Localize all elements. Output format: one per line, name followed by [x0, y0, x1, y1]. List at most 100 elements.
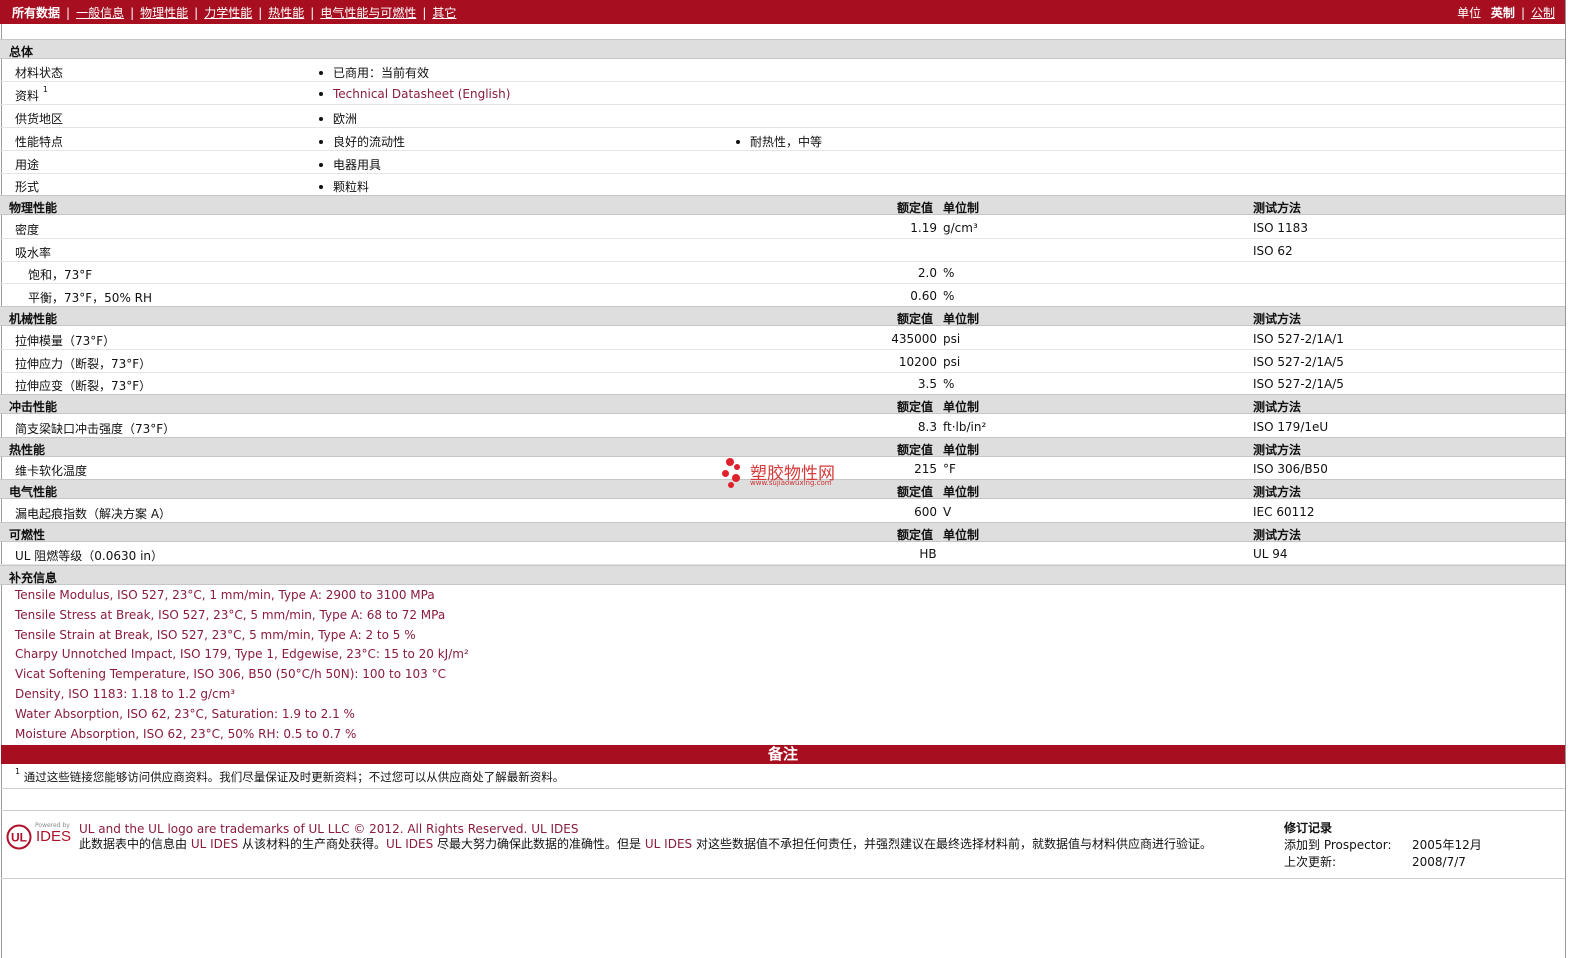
property-unit: psi: [943, 355, 961, 369]
property-unit: %: [943, 289, 955, 303]
section-title: 补充信息: [9, 571, 58, 585]
supplemental-item: Water Absorption, ISO 62, 23°C, Saturati…: [15, 706, 355, 721]
row-label: 资料 1: [15, 85, 48, 103]
revision-title: 修订记录: [1284, 821, 1333, 835]
bullet-icon: [319, 116, 323, 121]
property-label: 漏电起痕指数（解决方案 A）: [15, 507, 172, 521]
watermark-url: www.sujiaowuxing.com: [750, 479, 832, 487]
svg-text:UL: UL: [11, 831, 27, 845]
ul-ides-link[interactable]: UL IDES: [531, 822, 578, 836]
ul-ides-ref: UL IDES: [190, 837, 239, 851]
divider: [1, 878, 1565, 879]
col-header-nominal: 额定值: [897, 312, 934, 326]
property-label: 拉伸应变（断裂，73°F）: [15, 379, 152, 393]
general-row-documents: 资料 1 Technical Datasheet (English): [0, 82, 1565, 105]
property-row: 简支梁缺口冲击强度（73°F） 8.3 ft·lb/in² ISO 179/1e…: [0, 415, 1565, 438]
property-value: 0.60: [910, 289, 937, 303]
unit-label: 单位: [1457, 6, 1482, 20]
test-method: ISO 1183: [1253, 221, 1308, 235]
supplemental-item: Moisture Absorption, ISO 62, 23°C, 50% R…: [15, 726, 357, 741]
property-value: 435000: [891, 332, 937, 346]
section-tabs: 所有数据 | 一般信息 | 物理性能 | 力学性能 | 热性能 | 电气性能与可燃性 | 其它: [12, 6, 457, 20]
bullet-icon: [736, 139, 740, 144]
supplemental-item: Tensile Stress at Break, ISO 527, 23°C, …: [15, 607, 446, 622]
general-row-uses: 用途 电器用具: [0, 151, 1565, 174]
property-value: 215: [914, 462, 937, 476]
watermark: 塑胶物性网 www.sujiaowuxing.com: [720, 458, 850, 490]
tab-mechanical[interactable]: 力学性能: [204, 6, 252, 20]
property-value: 10200: [898, 355, 937, 369]
tab-physical[interactable]: 物理性能: [140, 6, 188, 20]
bullet-icon: [319, 70, 323, 75]
row-label: 形式: [15, 180, 40, 194]
ul-ides-logo: UL Powered by IDES: [6, 822, 72, 852]
col-header-nominal: 额定值: [897, 443, 934, 457]
test-method: ISO 179/1eU: [1253, 420, 1329, 434]
ul-ides-ref: UL IDES: [644, 837, 693, 851]
section-header-mechanical: 机械性能 额定值 单位制 测试方法: [0, 306, 1565, 326]
unit-switcher: 单位 英制 | 公制: [1457, 6, 1555, 20]
added-label: 添加到 Prospector:: [1284, 838, 1392, 852]
section-header-impact: 冲击性能 额定值 单位制 测试方法: [0, 394, 1565, 414]
supplemental-item: Tensile Strain at Break, ISO 527, 23°C, …: [15, 627, 416, 642]
property-label: 饱和，73°F: [28, 268, 93, 282]
row-value: 耐热性，中等: [736, 133, 822, 150]
property-row: UL 阻燃等级（0.0630 in） HB UL 94: [0, 542, 1565, 565]
general-row-features: 性能特点 良好的流动性 耐热性，中等: [0, 128, 1565, 151]
tab-all-data[interactable]: 所有数据: [12, 6, 60, 20]
divider: [1, 788, 1565, 789]
col-header-nominal: 额定值: [897, 201, 934, 215]
row-label: 材料状态: [15, 66, 64, 80]
row-value: 已商用：当前有效: [319, 64, 429, 81]
footnote-text: 通过这些链接您能够访问供应商资料。我们尽量保证及时更新资料；不过您可以从供应商处…: [23, 770, 565, 784]
col-header-unit: 单位制: [943, 528, 980, 542]
col-header-method: 测试方法: [1253, 312, 1302, 326]
property-value: HB: [919, 547, 937, 561]
col-header-nominal: 额定值: [897, 400, 934, 414]
footer-disclaimer: UL and the UL logo are trademarks of UL …: [79, 822, 1212, 851]
property-label: 简支梁缺口冲击强度（73°F）: [15, 422, 176, 436]
section-header-flammability: 可燃性 额定值 单位制 测试方法: [0, 522, 1565, 542]
property-row: 吸水率 ISO 62: [0, 239, 1565, 262]
supplemental-item: Charpy Unnotched Impact, ISO 179, Type 1…: [15, 647, 469, 662]
technical-datasheet-link[interactable]: Technical Datasheet (English): [333, 87, 510, 101]
tab-thermal[interactable]: 热性能: [268, 6, 304, 20]
unit-imperial: 英制: [1490, 6, 1515, 20]
property-unit: ft·lb/in²: [943, 420, 987, 434]
unit-metric-link[interactable]: 公制: [1531, 6, 1555, 20]
row-value: 欧洲: [319, 110, 357, 127]
col-header-unit: 单位制: [943, 485, 980, 499]
bullet-icon: [319, 139, 323, 144]
row-value: 颗粒料: [319, 178, 369, 195]
row-label: 用途: [15, 158, 40, 172]
property-label: 拉伸模量（73°F）: [15, 334, 116, 348]
general-row-region: 供货地区 欧洲: [0, 105, 1565, 128]
row-value: 良好的流动性: [319, 133, 405, 150]
test-method: IEC 60112: [1253, 505, 1315, 519]
section-title: 冲击性能: [9, 400, 58, 414]
ul-ides-ref: UL IDES: [385, 837, 434, 851]
bullet-icon: [319, 162, 323, 167]
tab-general-info[interactable]: 一般信息: [76, 6, 124, 20]
row-value: 电器用具: [319, 156, 381, 173]
col-header-unit: 单位制: [943, 400, 980, 414]
property-label: 吸水率: [15, 246, 52, 260]
col-header-method: 测试方法: [1253, 201, 1302, 215]
updated-value: 2008/7/7: [1412, 855, 1466, 869]
tab-other[interactable]: 其它: [432, 6, 456, 20]
tab-electrical-flammability[interactable]: 电气性能与可燃性: [320, 6, 416, 20]
revision-history: 修订记录 添加到 Prospector: 2005年12月 上次更新: 2008/7…: [1284, 820, 1482, 871]
property-row: 拉伸应变（断裂，73°F） 3.5 % ISO 527-2/1A/5: [0, 372, 1565, 395]
supplemental-item: Vicat Softening Temperature, ISO 306, B5…: [15, 667, 446, 682]
bullet-icon: [319, 91, 323, 96]
section-title: 电气性能: [9, 485, 58, 499]
property-unit: psi: [943, 332, 961, 346]
section-title: 机械性能: [9, 312, 58, 326]
col-header-method: 测试方法: [1253, 443, 1302, 457]
updated-label: 上次更新:: [1284, 855, 1337, 869]
property-row: 拉伸应力（断裂，73°F） 10200 psi ISO 527-2/1A/5: [0, 350, 1565, 373]
footnote-number: 1: [15, 767, 21, 776]
test-method: ISO 306/B50: [1253, 462, 1328, 476]
added-value: 2005年12月: [1412, 838, 1482, 852]
property-unit: %: [943, 377, 955, 391]
